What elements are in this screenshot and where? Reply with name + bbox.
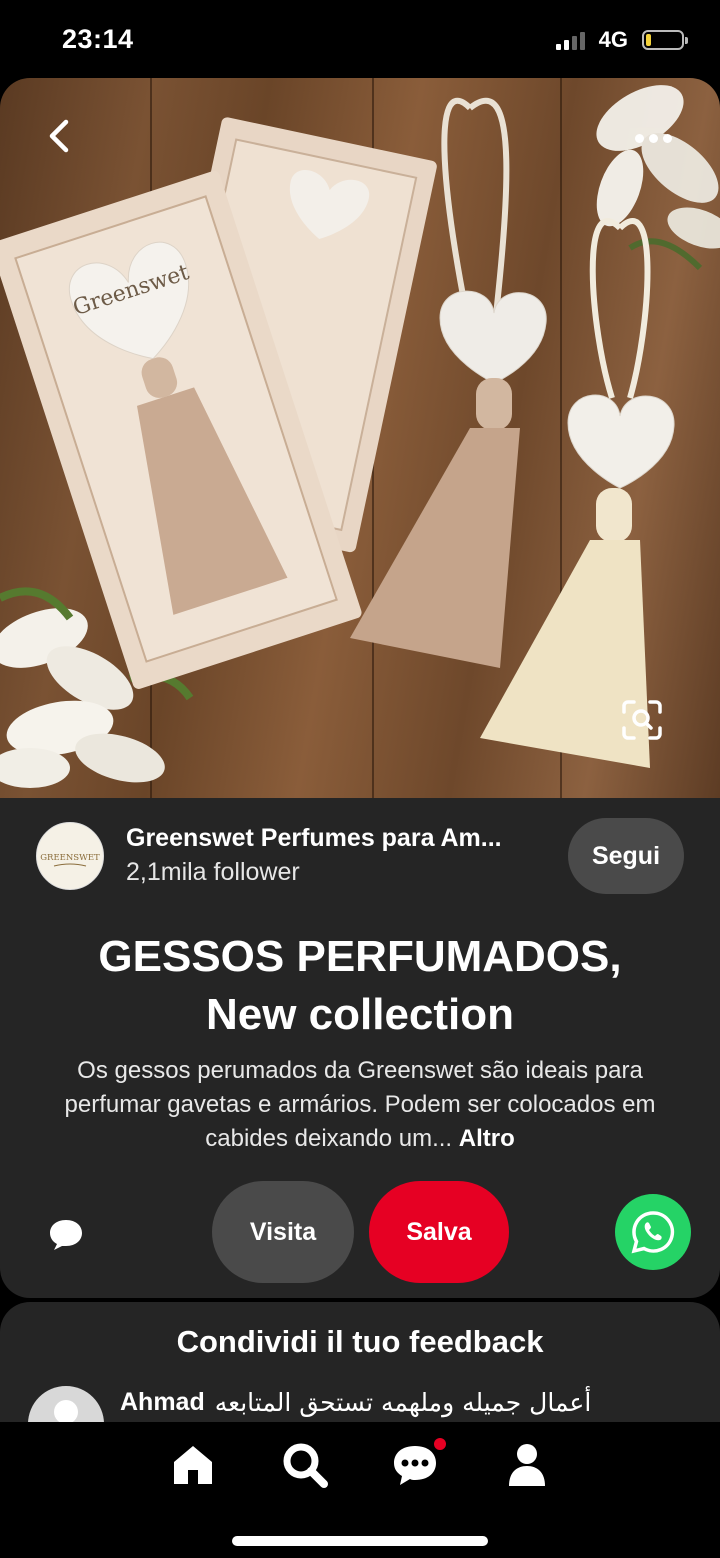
status-time: 23:14 xyxy=(62,24,134,54)
comment-icon xyxy=(50,1220,82,1250)
notification-badge xyxy=(434,1438,446,1450)
comment-button[interactable] xyxy=(46,1214,86,1254)
pin-title-line-2: New collection xyxy=(205,990,515,1039)
comment-text: أعمال جميله وملهمه تستحق المتابعه xyxy=(214,1388,592,1417)
profile-icon xyxy=(509,1444,545,1486)
lily-flowers-top-right xyxy=(596,85,720,271)
more-options-button[interactable] xyxy=(635,134,672,143)
visit-button[interactable]: Visita xyxy=(212,1181,354,1283)
pin-description-text: Os gessos perumados da Greenswet são ide… xyxy=(64,1057,656,1152)
author-name[interactable]: Greenswet Perfumes para Am... xyxy=(126,824,502,853)
nav-messages[interactable] xyxy=(390,1438,446,1490)
commenter-avatar[interactable] xyxy=(28,1386,104,1422)
home-indicator[interactable] xyxy=(232,1536,488,1546)
save-button[interactable]: Salva xyxy=(369,1181,509,1283)
status-bar: 23:14 4G xyxy=(0,0,720,78)
battery-level xyxy=(646,34,652,46)
home-icon xyxy=(174,1446,212,1484)
nav-search[interactable] xyxy=(280,1440,330,1490)
feedback-section: Condividi il tuo feedback Ahmad أعمال جم… xyxy=(0,1302,720,1422)
pin-title: GESSOS PERFUMADOS, New collection xyxy=(40,928,680,1044)
battery-icon xyxy=(642,30,688,50)
author-avatar[interactable]: GREENSWET xyxy=(36,822,104,890)
follower-count: 2,1mila follower xyxy=(126,858,300,886)
follow-button[interactable]: Segui xyxy=(568,818,684,894)
chevron-left-icon xyxy=(49,119,69,153)
whatsapp-share-button[interactable] xyxy=(615,1194,691,1270)
svg-text:GREENSWET: GREENSWET xyxy=(40,853,100,863)
back-button[interactable] xyxy=(40,116,80,156)
search-icon xyxy=(283,1443,328,1488)
visual-search-icon xyxy=(622,700,662,740)
product-illustration: Greenswet xyxy=(0,85,720,788)
pin-description: Os gessos perumados da Greenswet são ide… xyxy=(50,1054,670,1156)
author-logo: GREENSWET xyxy=(40,853,100,867)
pin-image[interactable]: Greenswet xyxy=(0,78,720,798)
bottom-navigation xyxy=(0,1422,720,1558)
messages-icon xyxy=(394,1446,436,1485)
whatsapp-icon xyxy=(631,1211,675,1254)
nav-profile[interactable] xyxy=(502,1440,552,1490)
status-indicators: 4G xyxy=(555,27,688,53)
feedback-title: Condividi il tuo feedback xyxy=(176,1324,544,1359)
more-horizontal-icon xyxy=(635,134,644,143)
read-more-link[interactable]: Altro xyxy=(459,1125,515,1152)
nav-home[interactable] xyxy=(168,1440,218,1490)
pin-title-line-1: GESSOS PERFUMADOS, xyxy=(98,932,622,981)
comment-row: Ahmad أعمال جميله وملهمه تستحق المتابعه xyxy=(120,1388,624,1417)
pin-details-card: GREENSWET Greenswet Perfumes para Am... … xyxy=(0,798,720,1298)
commenter-name[interactable]: Ahmad xyxy=(120,1388,205,1417)
visual-search-button[interactable] xyxy=(620,698,664,742)
signal-icon xyxy=(555,30,585,50)
network-type: 4G xyxy=(598,27,628,52)
